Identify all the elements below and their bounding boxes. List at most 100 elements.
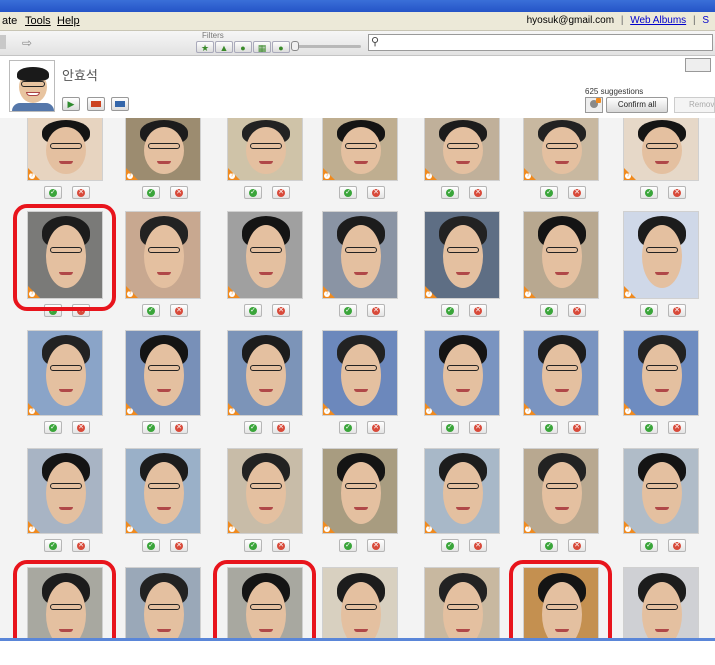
face-photo[interactable]: ? [322, 118, 398, 181]
confirm-face-button[interactable]: ✓ [640, 539, 658, 552]
confirm-face-button[interactable]: ✓ [244, 186, 262, 199]
confirm-face-button[interactable]: ✓ [142, 421, 160, 434]
confirm-face-button[interactable]: ✓ [44, 421, 62, 434]
play-slideshow-button[interactable]: ▶ [62, 97, 80, 111]
face-photo[interactable]: ? [27, 448, 103, 534]
face-photo[interactable]: ? [623, 567, 699, 638]
reject-face-button[interactable]: ✕ [568, 186, 586, 199]
confirm-face-button[interactable]: ✓ [244, 304, 262, 317]
web-albums-link[interactable]: Web Albums [630, 15, 686, 26]
reject-face-button[interactable]: ✕ [367, 539, 385, 552]
person-name[interactable]: 안효석 [62, 65, 98, 84]
confirm-face-button[interactable]: ✓ [339, 421, 357, 434]
face-photo[interactable]: ? [227, 211, 303, 299]
face-photo[interactable]: ? [424, 211, 500, 299]
confirm-face-button[interactable]: ✓ [44, 186, 62, 199]
person-profile-photo[interactable] [9, 60, 55, 112]
confirm-face-button[interactable]: ✓ [339, 186, 357, 199]
confirm-face-button[interactable]: ✓ [540, 421, 558, 434]
confirm-face-button[interactable]: ✓ [441, 186, 459, 199]
confirm-face-button[interactable]: ✓ [640, 304, 658, 317]
confirm-face-button[interactable]: ✓ [540, 186, 558, 199]
face-photo[interactable]: ? [523, 118, 599, 181]
reject-face-button[interactable]: ✕ [72, 421, 90, 434]
face-photo[interactable]: ? [523, 330, 599, 416]
menu-create[interactable]: ate [2, 12, 17, 30]
reject-face-button[interactable]: ✕ [367, 421, 385, 434]
face-photo[interactable]: ? [322, 448, 398, 534]
pin-icon[interactable]: ● [272, 41, 290, 53]
confirm-face-button[interactable]: ✓ [540, 304, 558, 317]
face-photo[interactable]: ? [523, 448, 599, 534]
back-button[interactable] [0, 35, 6, 49]
remove-button[interactable]: Remove [674, 97, 715, 113]
reject-face-button[interactable]: ✕ [272, 539, 290, 552]
confirm-all-button[interactable]: Confirm all [606, 97, 668, 113]
reject-face-button[interactable]: ✕ [668, 421, 686, 434]
reject-face-button[interactable]: ✕ [170, 421, 188, 434]
reject-face-button[interactable]: ✕ [272, 421, 290, 434]
confirm-face-button[interactable]: ✓ [142, 304, 160, 317]
reject-face-button[interactable]: ✕ [272, 304, 290, 317]
confirm-face-button[interactable]: ✓ [44, 539, 62, 552]
face-photo[interactable]: ? [322, 211, 398, 299]
email-button[interactable] [111, 97, 129, 111]
reject-face-button[interactable]: ✕ [668, 186, 686, 199]
confirm-face-button[interactable]: ✓ [142, 539, 160, 552]
import-icon[interactable]: ⇨ [16, 35, 38, 51]
confirm-face-button[interactable]: ✓ [339, 304, 357, 317]
reject-face-button[interactable]: ✕ [367, 186, 385, 199]
confirm-face-button[interactable]: ✓ [244, 421, 262, 434]
up-arrow-icon[interactable]: ▲ [215, 41, 233, 53]
face-photo[interactable]: ? [623, 118, 699, 181]
reject-face-button[interactable]: ✕ [469, 304, 487, 317]
face-photo[interactable]: ? [125, 211, 201, 299]
face-photo[interactable]: ? [322, 330, 398, 416]
face-photo[interactable]: ? [227, 330, 303, 416]
menu-help[interactable]: Help [57, 12, 80, 30]
face-photo[interactable]: ? [125, 118, 201, 181]
avatar-icon[interactable] [585, 97, 603, 113]
face-photo[interactable]: ? [227, 118, 303, 181]
reject-face-button[interactable]: ✕ [469, 186, 487, 199]
face-photo[interactable]: ? [125, 448, 201, 534]
confirm-face-button[interactable]: ✓ [244, 539, 262, 552]
confirm-face-button[interactable]: ✓ [441, 421, 459, 434]
confirm-face-button[interactable]: ✓ [640, 421, 658, 434]
blogger-button[interactable] [87, 97, 105, 111]
reject-face-button[interactable]: ✕ [170, 186, 188, 199]
reject-face-button[interactable]: ✕ [72, 186, 90, 199]
confirm-face-button[interactable]: ✓ [640, 186, 658, 199]
face-photo[interactable]: ? [424, 118, 500, 181]
face-photo[interactable]: ? [623, 330, 699, 416]
film-icon[interactable]: ▦ [253, 41, 271, 53]
face-photo[interactable]: ? [424, 567, 500, 638]
reject-face-button[interactable]: ✕ [668, 304, 686, 317]
filter-slider-track[interactable] [293, 45, 361, 48]
face-photo[interactable]: ? [623, 211, 699, 299]
confirm-face-button[interactable]: ✓ [339, 539, 357, 552]
sign-out-link[interactable]: S [702, 15, 709, 26]
reject-face-button[interactable]: ✕ [72, 539, 90, 552]
face-photo[interactable]: ? [227, 448, 303, 534]
people-view-icon[interactable] [685, 58, 711, 72]
reject-face-button[interactable]: ✕ [469, 539, 487, 552]
confirm-face-button[interactable]: ✓ [441, 304, 459, 317]
face-photo[interactable]: ? [623, 448, 699, 534]
face-photo[interactable]: ? [424, 448, 500, 534]
reject-face-button[interactable]: ✕ [568, 539, 586, 552]
face-photo[interactable]: ? [125, 330, 201, 416]
person-icon[interactable]: ● [234, 41, 252, 53]
reject-face-button[interactable]: ✕ [568, 304, 586, 317]
filter-slider-handle[interactable] [291, 41, 299, 51]
menu-tools[interactable]: Tools [25, 12, 51, 30]
face-photo[interactable]: ? [125, 567, 201, 638]
reject-face-button[interactable]: ✕ [469, 421, 487, 434]
reject-face-button[interactable]: ✕ [272, 186, 290, 199]
reject-face-button[interactable]: ✕ [668, 539, 686, 552]
reject-face-button[interactable]: ✕ [367, 304, 385, 317]
reject-face-button[interactable]: ✕ [170, 304, 188, 317]
face-photo[interactable]: ? [322, 567, 398, 638]
star-icon[interactable]: ★ [196, 41, 214, 53]
face-photo[interactable]: ? [424, 330, 500, 416]
